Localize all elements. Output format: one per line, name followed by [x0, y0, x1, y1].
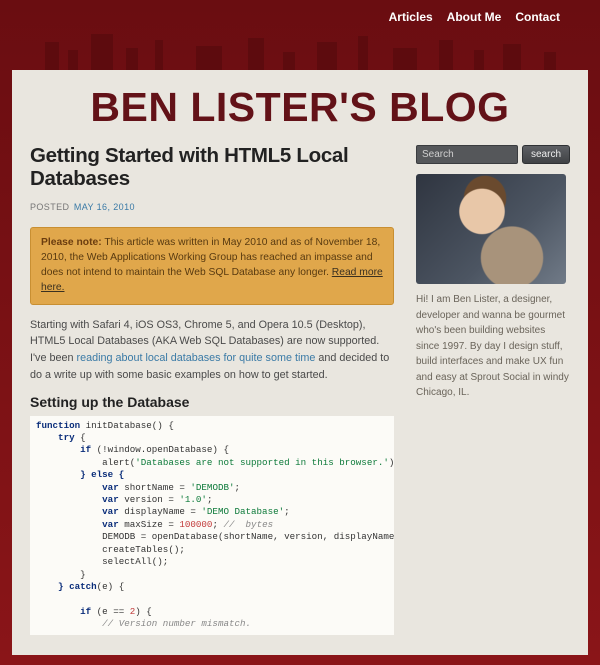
code-kw: var [36, 494, 119, 505]
code-text: createTables(); [36, 544, 185, 555]
nav-about-me[interactable]: About Me [447, 10, 502, 24]
article-title: Getting Started with HTML5 Local Databas… [30, 145, 394, 191]
code-text: version = [119, 494, 180, 505]
code-text: (!window.openDatabase) { [91, 444, 229, 455]
code-text: { [75, 432, 86, 443]
intro-paragraph: Starting with Safari 4, iOS OS3, Chrome … [30, 317, 394, 384]
code-text: ; [284, 506, 290, 517]
code-text: shortName = [119, 482, 191, 493]
avatar [416, 174, 566, 284]
code-string: '1.0' [179, 494, 207, 505]
notice-prefix: Please note: [41, 237, 102, 248]
code-text: initDatabase() { [80, 420, 174, 431]
sidebar: search Hi! I am Ben Lister, a designer, … [416, 145, 570, 635]
code-string: 'Databases are not supported in this bro… [135, 457, 389, 468]
code-text: ) { [135, 606, 152, 617]
code-text: (e) { [97, 581, 125, 592]
code-number: 100000 [179, 519, 212, 530]
code-text: maxSize = [119, 519, 180, 530]
search-button[interactable]: search [522, 145, 570, 164]
code-kw: if [36, 444, 91, 455]
code-kw: try [36, 432, 75, 443]
code-comment: // Version number mismatch. [36, 618, 251, 629]
notice-box: Please note: This article was written in… [30, 227, 394, 305]
search-row: search [416, 145, 570, 164]
code-text: ); [389, 457, 394, 468]
code-string: 'DEMO Database' [201, 506, 284, 517]
code-block: function initDatabase() { try { if (!win… [30, 416, 394, 635]
code-comment: // bytes [223, 519, 273, 530]
nav-articles[interactable]: Articles [389, 10, 433, 24]
code-text: ; [207, 494, 213, 505]
code-kw: function [36, 420, 80, 431]
code-text: (e == [91, 606, 130, 617]
code-text: DEMODB = openDatabase(shortName, version… [36, 531, 394, 542]
code-text: ; [235, 482, 241, 493]
code-kw: var [36, 519, 119, 530]
intro-link[interactable]: reading about local databases for quite … [76, 352, 315, 364]
code-text: ; [212, 519, 223, 530]
code-kw: } else { [36, 469, 124, 480]
bio-text: Hi! I am Ben Lister, a designer, develop… [416, 292, 570, 401]
main-column: Getting Started with HTML5 Local Databas… [30, 145, 394, 635]
content-wrap: BEN LISTER'S BLOG Getting Started with H… [12, 70, 588, 655]
search-input[interactable] [416, 145, 518, 164]
skyline-decoration [10, 34, 590, 70]
article-date[interactable]: MAY 16, 2010 [74, 202, 135, 212]
article-meta: POSTED MAY 16, 2010 [30, 197, 394, 215]
nav-contact[interactable]: Contact [515, 10, 560, 24]
code-string: 'DEMODB' [190, 482, 234, 493]
posted-label: POSTED [30, 202, 69, 212]
code-text: } [36, 569, 86, 580]
section-heading: Setting up the Database [30, 394, 394, 410]
site-title: BEN LISTER'S BLOG [30, 82, 570, 145]
code-kw: var [36, 482, 119, 493]
code-kw: var [36, 506, 119, 517]
code-kw: if [36, 606, 91, 617]
code-text: displayName = [119, 506, 202, 517]
code-kw: } catch [36, 581, 97, 592]
code-text: selectAll(); [36, 556, 168, 567]
top-nav: Articles About Me Contact [10, 6, 590, 34]
code-text: alert( [36, 457, 135, 468]
